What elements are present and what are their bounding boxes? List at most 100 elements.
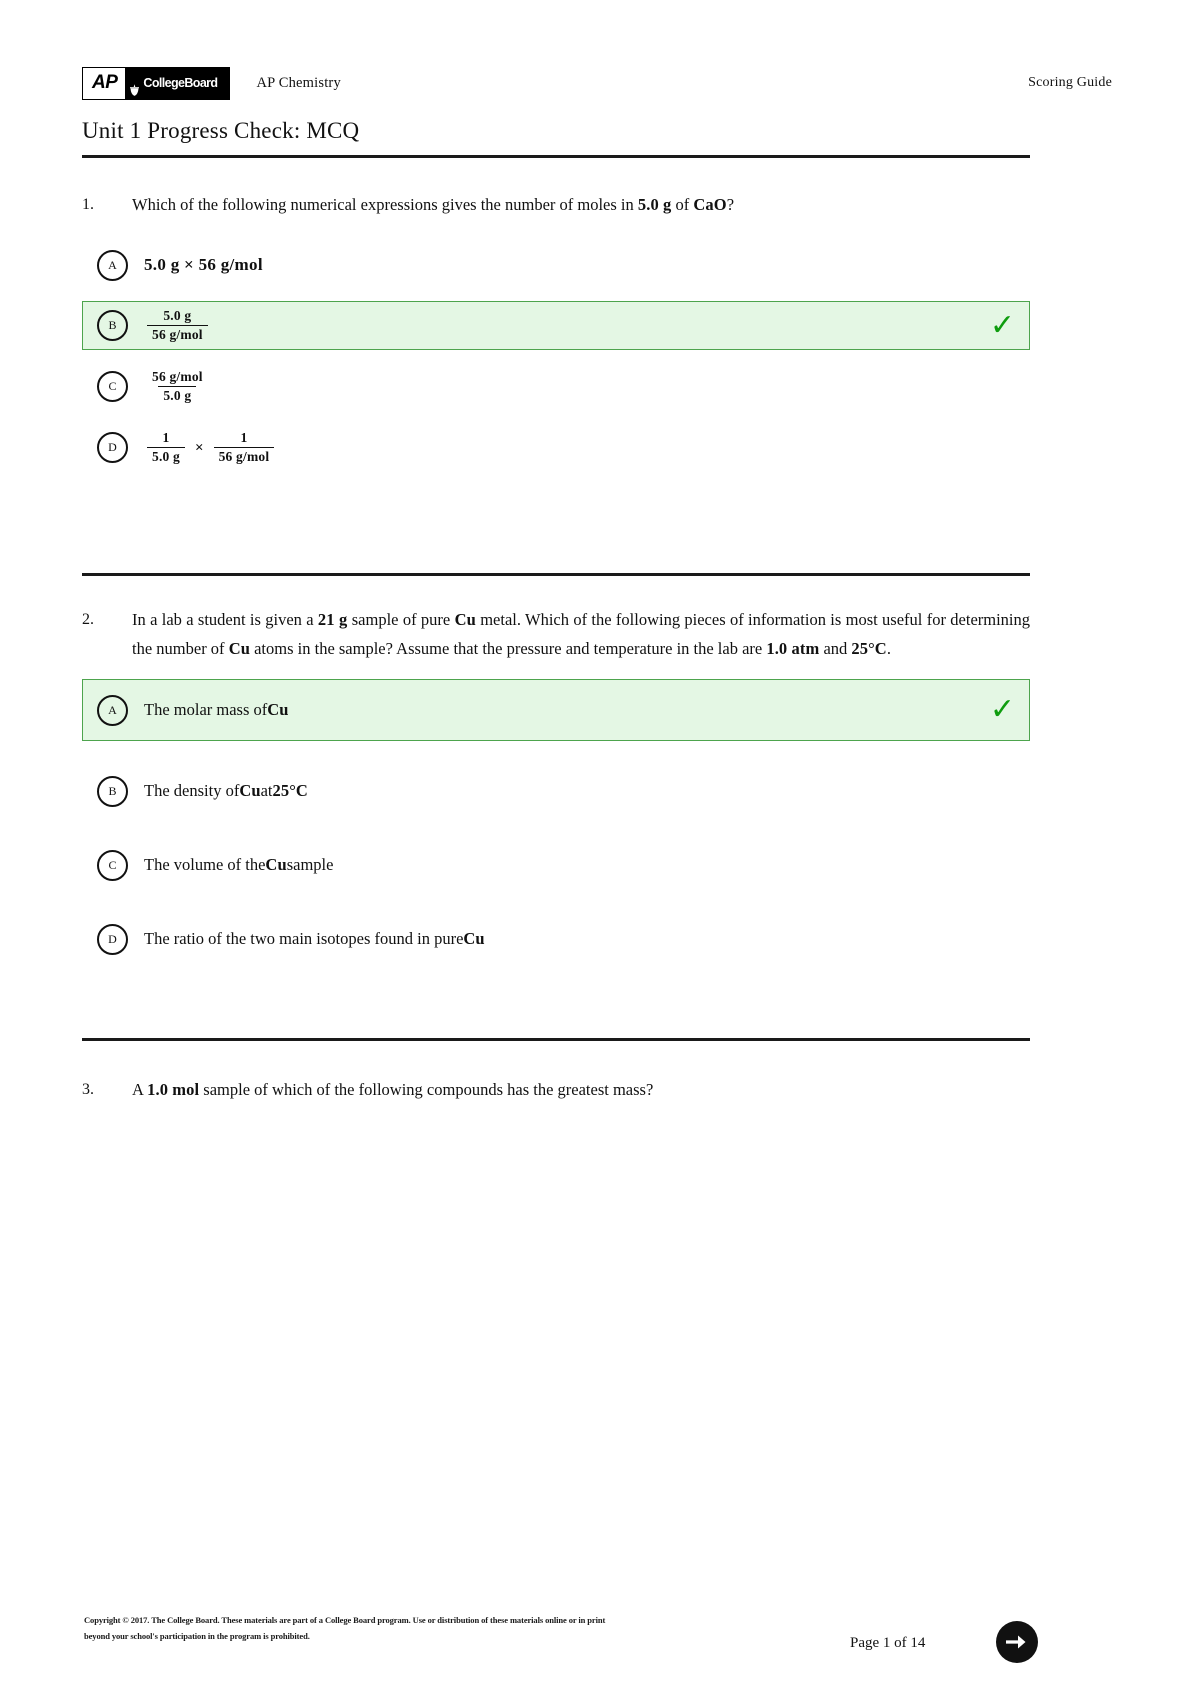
option-d-text-pre: The ratio of the two main isotopes found…: [144, 929, 464, 948]
question-1-option-c[interactable]: C 56 g/mol 5.0 g: [82, 362, 1030, 411]
option-b-text-pre: The density of: [144, 781, 240, 800]
question-3-prompt: A 1.0 mol sample of which of the followi…: [132, 1075, 1030, 1104]
option-b-content: 5.0 g 56 g/mol: [144, 308, 983, 343]
page-header: AP CollegeBoard AP Chemistry Scoring Gui…: [82, 62, 1112, 104]
question-2-option-b[interactable]: B The density of Cu at 25°C: [82, 767, 1030, 815]
option-c-content: 56 g/mol 5.0 g: [144, 369, 983, 404]
option-d-content: The ratio of the two main isotopes found…: [144, 926, 983, 952]
footer-copyright: Copyright © 2017. The College Board. The…: [84, 1612, 724, 1644]
question-1-header: 1. Which of the following numerical expr…: [82, 190, 1030, 219]
q2-text-part-2: sample of pure: [347, 610, 455, 629]
q2-bold-3: Cu: [228, 639, 250, 658]
next-page-arrow-icon[interactable]: [995, 1620, 1039, 1664]
q1-text-part-1: Which of the following numerical express…: [132, 195, 638, 214]
fraction-numerator: 1: [240, 430, 248, 445]
multiplication-operator: ×: [195, 439, 204, 456]
option-letter-bubble: D: [97, 923, 128, 955]
q1-text-part-3: ?: [726, 195, 735, 214]
correct-answer-check-icon: ✓: [989, 307, 1015, 343]
q3-bold-1: 1.0 mol: [147, 1080, 200, 1099]
question-3-header: 3. A 1.0 mol sample of which of the foll…: [82, 1075, 1030, 1104]
q1-text-part-2: of: [671, 195, 694, 214]
question-2-header: 2. In a lab a student is given a 21 g sa…: [82, 605, 1030, 663]
question-1-divider: [82, 573, 1030, 576]
option-d-content: 1 5.0 g × 1 56 g/mol: [144, 430, 983, 465]
fraction-denominator: 5.0 g: [158, 386, 197, 404]
question-1-number: 1.: [82, 196, 94, 213]
option-c-text-bold: Cu: [265, 855, 287, 874]
q2-text-part-1: In a lab a student is given a: [132, 610, 318, 629]
option-letter-bubble: A: [97, 694, 128, 726]
option-letter-bubble: B: [97, 775, 128, 807]
collegeboard-logo: AP CollegeBoard: [82, 66, 231, 100]
page-title: Unit 1 Progress Check: MCQ: [82, 118, 360, 143]
q3-text-part-2: sample of which of the following compoun…: [199, 1080, 654, 1099]
option-c-content: The volume of the Cu sample: [144, 852, 983, 878]
title-divider: [82, 155, 1030, 158]
q2-bold-4: 1.0 atm: [766, 639, 820, 658]
option-b-text-bold-2: 25°C: [272, 781, 308, 800]
collegeboard-wordmark: CollegeBoard: [125, 67, 230, 99]
option-letter-bubble: B: [97, 310, 128, 341]
q1-bold-1: 5.0 g: [637, 195, 672, 214]
question-2-prompt: In a lab a student is given a 21 g sampl…: [132, 605, 1030, 663]
option-d-fraction-1: 1 5.0 g: [147, 430, 185, 465]
q2-text-part-5: and: [819, 639, 852, 658]
option-a-content: The molar mass of Cu: [144, 697, 983, 723]
question-1-prompt: Which of the following numerical express…: [132, 190, 1030, 219]
fraction-numerator: 56 g/mol: [152, 369, 203, 384]
option-c-text-post: sample: [286, 855, 334, 874]
option-d-fraction-2: 1 56 g/mol: [213, 430, 275, 465]
question-2-option-a[interactable]: A The molar mass of Cu ✓: [82, 679, 1030, 741]
acorn-icon: [129, 77, 140, 96]
option-b-content: The density of Cu at 25°C: [144, 778, 983, 804]
page-number-label: Page 1 of 14: [850, 1635, 926, 1651]
option-c-text-pre: The volume of the: [144, 855, 266, 874]
question-2-divider: [82, 1038, 1030, 1041]
question-2-option-d[interactable]: D The ratio of the two main isotopes fou…: [82, 915, 1030, 963]
q2-bold-2: Cu: [454, 610, 476, 629]
option-d-text-bold: Cu: [463, 929, 485, 948]
copyright-line-1: Copyright © 2017. The College Board. The…: [84, 1615, 606, 1625]
q2-text-part-6: .: [886, 639, 891, 658]
question-2-number: 2.: [82, 611, 94, 628]
q2-bold-1: 21 g: [317, 610, 348, 629]
fraction-denominator: 56 g/mol: [213, 447, 275, 465]
option-a-text-bold: Cu: [267, 700, 289, 719]
ap-logo-text: AP: [83, 67, 126, 99]
question-1-option-a[interactable]: A 5.0 g × 56 g/mol: [82, 241, 1030, 289]
fraction-numerator: 5.0 g: [163, 308, 192, 323]
question-1-option-d[interactable]: D 1 5.0 g × 1 56 g/mol: [82, 423, 1030, 472]
option-b-text-bold: Cu: [239, 781, 261, 800]
option-a-text-pre: The molar mass of: [144, 700, 268, 719]
question-1-options: A 5.0 g × 56 g/mol B 5.0 g 56 g/mol ✓ C: [82, 241, 1030, 472]
question-2: 2. In a lab a student is given a 21 g sa…: [82, 605, 1030, 963]
question-3: 3. A 1.0 mol sample of which of the foll…: [82, 1075, 1030, 1104]
option-letter-bubble: A: [97, 249, 128, 281]
option-b-text-post: at: [260, 781, 273, 800]
fraction-numerator: 1: [162, 430, 170, 445]
option-letter-bubble: D: [97, 432, 128, 463]
document-type-label: Scoring Guide: [1028, 75, 1112, 90]
collegeboard-label: CollegeBoard: [143, 75, 218, 90]
document-page: AP CollegeBoard AP Chemistry Scoring Gui…: [0, 0, 1200, 1696]
option-letter-bubble: C: [97, 849, 128, 881]
question-1: 1. Which of the following numerical expr…: [82, 190, 1030, 472]
option-c-fraction: 56 g/mol 5.0 g: [147, 369, 208, 404]
option-a-expression: 5.0 g × 56 g/mol: [144, 255, 263, 274]
correct-answer-check-icon: ✓: [989, 692, 1015, 727]
option-letter-bubble: C: [97, 371, 128, 402]
question-2-options: A The molar mass of Cu ✓ B The density o…: [82, 679, 1030, 963]
option-a-content: 5.0 g × 56 g/mol: [144, 252, 983, 278]
q2-text-part-4: atoms in the sample? Assume that the pre…: [249, 639, 767, 658]
q3-text-part-1: A: [132, 1080, 148, 1099]
course-name: AP Chemistry: [256, 74, 341, 91]
fraction-denominator: 56 g/mol: [147, 325, 208, 343]
q2-bold-5: 25°C: [851, 639, 887, 658]
question-2-option-c[interactable]: C The volume of the Cu sample: [82, 841, 1030, 889]
question-1-option-b[interactable]: B 5.0 g 56 g/mol ✓: [82, 301, 1030, 350]
fraction-denominator: 5.0 g: [147, 447, 185, 465]
q1-bold-2: CaO: [693, 195, 727, 214]
copyright-line-2: beyond your school's participation in th…: [84, 1631, 310, 1641]
option-b-fraction: 5.0 g 56 g/mol: [147, 308, 208, 343]
